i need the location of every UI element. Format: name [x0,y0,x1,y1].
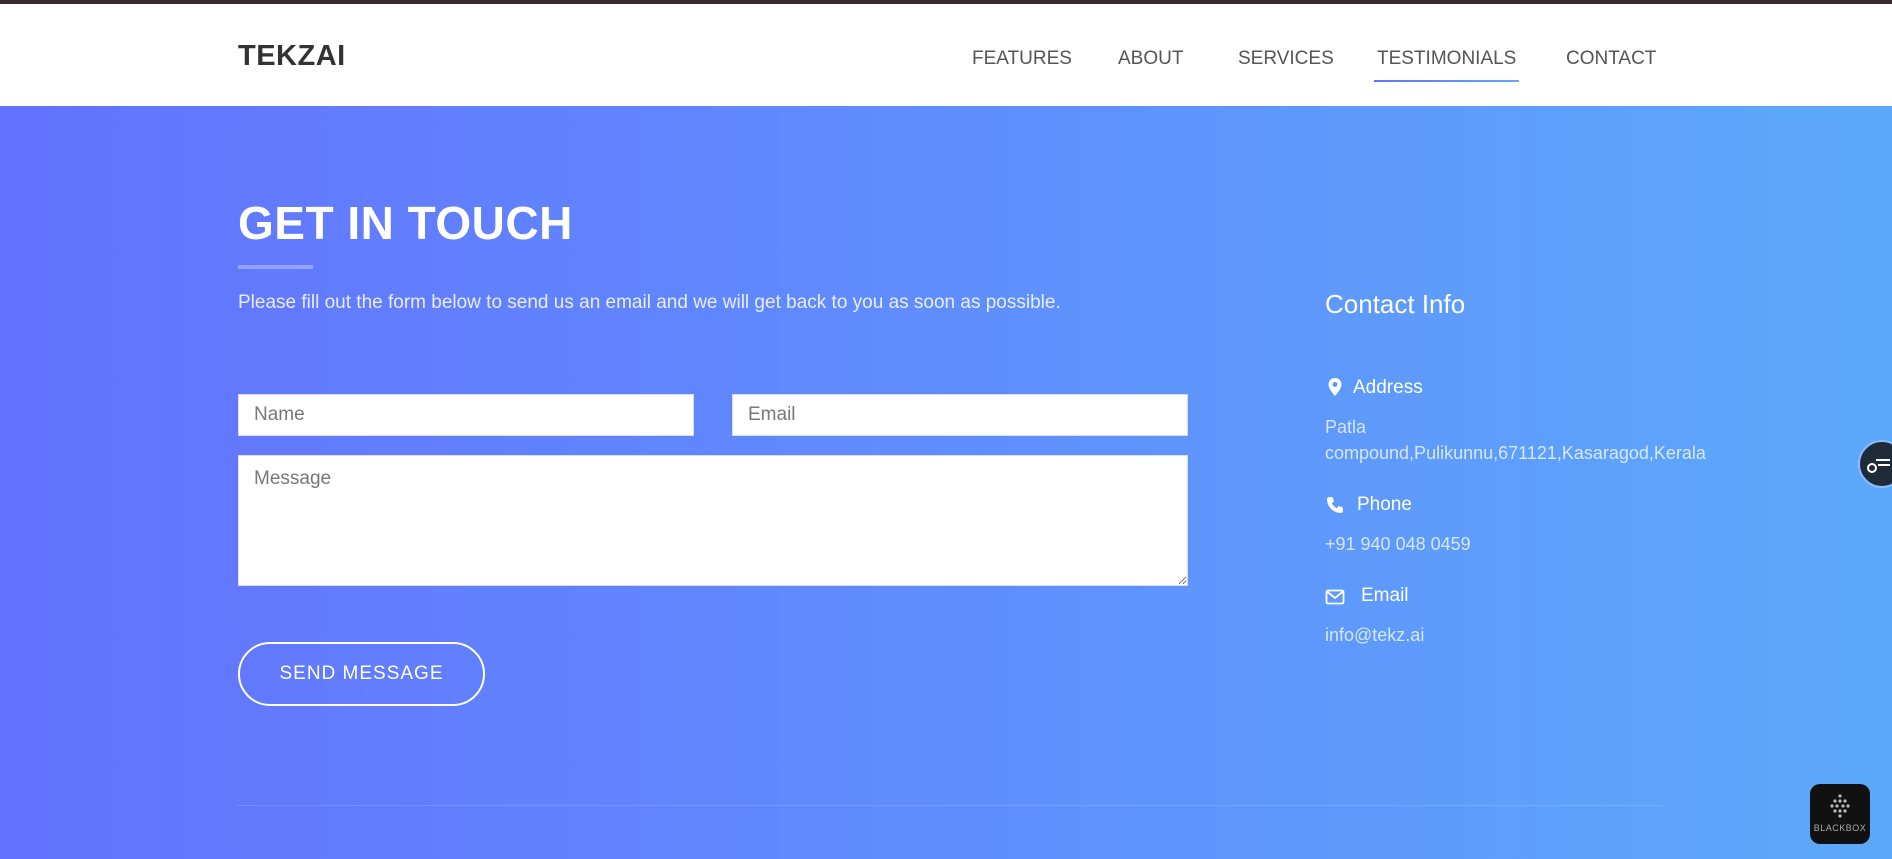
email-value[interactable]: info@tekz.ai [1325,622,1424,648]
envelope-icon [1325,589,1345,605]
footer-divider [238,805,1662,806]
message-textarea[interactable] [238,455,1188,586]
nav-item-features[interactable]: FEATURES [972,48,1072,70]
navbar: TEKZAI FEATURES ABOUT SERVICES TESTIMONI… [0,4,1892,106]
section-title: GET IN TOUCH [238,197,573,249]
send-message-button[interactable]: SEND MESSAGE [238,642,485,706]
widget-icon [1867,459,1890,473]
map-marker-icon [1328,378,1342,396]
phone-icon [1327,497,1343,513]
email-label: Email [1361,585,1409,606]
section-description: Please fill out the form below to send u… [238,292,1061,313]
nav-item-testimonials[interactable]: TESTIMONIALS [1373,48,1520,82]
phone-label: Phone [1357,494,1412,515]
nav-item-about[interactable]: ABOUT [1118,48,1183,70]
address-label: Address [1353,377,1423,398]
contact-info-title: Contact Info [1325,289,1466,319]
phone-value[interactable]: +91 940 048 0459 [1325,531,1471,557]
nav-item-contact[interactable]: CONTACT [1566,48,1656,70]
address-line-1: Patla [1325,417,1367,437]
name-input[interactable] [238,394,694,436]
title-underline [238,265,313,269]
blackbox-badge[interactable]: BLACKBOX [1810,784,1870,844]
blackbox-label: BLACKBOX [1813,823,1867,833]
address-line-2: compound,Pulikunnu,671121,Kasaragod,Kera… [1325,443,1706,463]
blackbox-logo-icon [1830,794,1850,818]
brand-logo[interactable]: TEKZAI [238,40,346,73]
nav-item-services[interactable]: SERVICES [1238,48,1334,70]
email-input[interactable] [732,394,1188,436]
